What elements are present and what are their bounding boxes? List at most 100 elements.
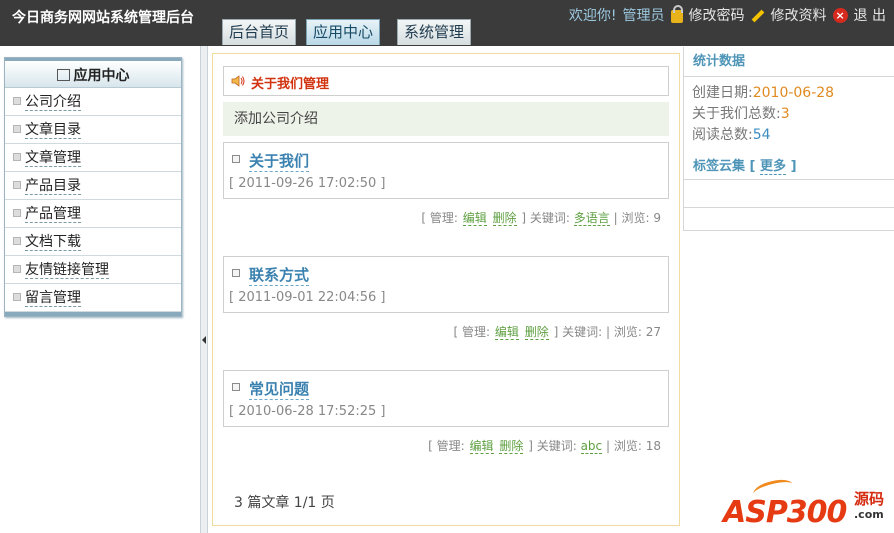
- sidebar-item-product-management[interactable]: 产品管理: [5, 200, 181, 228]
- more-bracket: ]: [790, 159, 797, 174]
- article-meta: [ 管理: 编辑 删除 ] 关键词: 多语言 | 浏览: 9: [421, 209, 661, 226]
- bullet-icon: [13, 265, 21, 273]
- sidebar-item-label[interactable]: 文章目录: [25, 122, 81, 139]
- sidebar-item-label[interactable]: 文章管理: [25, 150, 81, 167]
- asp300-logo: ASP300 源码 .com: [723, 476, 888, 530]
- user-bar: 欢迎你! 管理员 修改密码 修改资料 × 退 出: [568, 4, 886, 25]
- article-date: [ 2011-09-01 22:04:56 ]: [229, 290, 386, 305]
- panel-splitter[interactable]: [200, 46, 208, 533]
- views-count: 9: [653, 211, 661, 225]
- delete-link[interactable]: 删除: [499, 439, 524, 454]
- keyword-link[interactable]: 多语言: [573, 211, 610, 226]
- sidebar-item-company-intro[interactable]: 公司介绍: [5, 88, 181, 116]
- sidebar-item-friend-links[interactable]: 友情链接管理: [5, 256, 181, 284]
- logo-domain: .com: [854, 508, 884, 521]
- sidebar-item-label[interactable]: 产品管理: [25, 206, 81, 223]
- sidebar-footer-bar: [5, 312, 181, 316]
- sidebar-item-label[interactable]: 友情链接管理: [25, 262, 109, 279]
- bullet-icon: [232, 383, 240, 391]
- article-date: [ 2011-09-26 17:02:50 ]: [229, 176, 386, 191]
- section-header: 关于我们管理: [223, 66, 669, 96]
- bullet-icon: [13, 181, 21, 189]
- article-meta: [ 管理: 编辑 删除 ] 关键词: abc | 浏览: 18: [428, 437, 661, 454]
- logo-brand: ASP300: [723, 495, 847, 530]
- top-header: 今日商务网网站系统管理后台 后台首页 应用中心 系统管理 欢迎你! 管理员 修改…: [0, 0, 894, 46]
- logout-link[interactable]: 退 出: [854, 5, 886, 25]
- meta-keywords-label: ] 关键词:: [528, 439, 577, 453]
- stat-views-total: 阅读总数:54: [684, 125, 894, 146]
- sidebar-item-article-catalog[interactable]: 文章目录: [5, 116, 181, 144]
- meta-views-label: | 浏览:: [605, 439, 642, 453]
- change-password-link[interactable]: 修改密码: [689, 5, 745, 25]
- sidebar-item-product-catalog[interactable]: 产品目录: [5, 172, 181, 200]
- bullet-icon: [13, 237, 21, 245]
- bullet-icon: [13, 209, 21, 217]
- article-card: 常见问题 [ 2010-06-28 17:52:25 ]: [223, 370, 669, 427]
- meta-manage-label: 管理:: [462, 325, 491, 339]
- add-company-intro-link[interactable]: 添加公司介绍: [223, 102, 669, 136]
- meta-keywords-label: ] 关键词:: [521, 211, 570, 225]
- bullet-icon: [13, 97, 21, 105]
- meta-bracket: [: [421, 211, 427, 225]
- section-title: 关于我们管理: [251, 77, 330, 92]
- more-bracket: [: [749, 159, 756, 174]
- more-tags-link[interactable]: 更多: [760, 159, 787, 175]
- sidebar-item-label[interactable]: 文档下载: [25, 234, 81, 251]
- article-date: [ 2010-06-28 17:52:25 ]: [229, 404, 386, 419]
- logo-suffix: 源码 .com: [854, 491, 884, 523]
- views-count: 18: [645, 439, 661, 453]
- tab-system-management[interactable]: 系统管理: [397, 19, 472, 45]
- bullet-icon: [13, 293, 21, 301]
- bullet-icon: [13, 125, 21, 133]
- article-meta: [ 管理: 编辑 删除 ] 关键词: | 浏览: 27: [454, 323, 661, 340]
- site-title: 今日商务网网站系统管理后台: [12, 10, 194, 26]
- bullet-icon: [13, 153, 21, 161]
- article-card: 联系方式 [ 2011-09-01 22:04:56 ]: [223, 256, 669, 313]
- article-title[interactable]: 常见问题: [249, 378, 310, 400]
- tag-cloud-area: [684, 180, 894, 208]
- edit-profile-link[interactable]: 修改资料: [771, 5, 827, 25]
- sidebar-item-label[interactable]: 留言管理: [25, 290, 81, 307]
- sidebar-title: 应用中心: [73, 68, 130, 84]
- tab-home[interactable]: 后台首页: [222, 19, 297, 45]
- username: 管理员: [622, 8, 665, 24]
- keyword-link[interactable]: abc: [580, 439, 603, 454]
- meta-manage-label: 管理:: [436, 439, 465, 453]
- collapse-arrow-icon[interactable]: [202, 336, 206, 344]
- stat-value: 3: [780, 106, 790, 122]
- welcome-text: 欢迎你!: [568, 8, 617, 24]
- logo-suffix-text: 源码: [854, 490, 885, 508]
- meta-views-label: | 浏览:: [605, 325, 642, 339]
- tag-cloud-title: 标签云集: [693, 159, 746, 174]
- stats-title: 统计数据: [684, 47, 894, 77]
- article-title[interactable]: 联系方式: [249, 264, 310, 286]
- speaker-icon: [231, 75, 245, 87]
- pencil-icon: [751, 9, 764, 23]
- edit-link[interactable]: 编辑: [494, 325, 519, 340]
- sidebar-item-document-download[interactable]: 文档下载: [5, 228, 181, 256]
- sidebar-item-label[interactable]: 公司介绍: [25, 94, 81, 111]
- article-title[interactable]: 关于我们: [249, 150, 310, 172]
- bullet-icon: [232, 269, 240, 277]
- delete-link[interactable]: 删除: [524, 325, 549, 340]
- edit-link[interactable]: 编辑: [469, 439, 494, 454]
- stats-panel: 统计数据 创建日期:2010-06-28 关于我们总数:3 阅读总数:54 标签…: [683, 47, 894, 231]
- sidebar-item-article-management[interactable]: 文章管理: [5, 144, 181, 172]
- meta-bracket: [: [428, 439, 433, 453]
- stat-label: 关于我们总数:: [692, 106, 781, 122]
- sidebar-header: 应用中心: [5, 58, 181, 88]
- meta-views-label: | 浏览:: [613, 211, 650, 225]
- edit-link[interactable]: 编辑: [462, 211, 487, 226]
- bullet-icon: [232, 155, 240, 163]
- close-icon: ×: [832, 7, 848, 23]
- stat-total-count: 关于我们总数:3: [684, 104, 894, 125]
- sidebar-item-label[interactable]: 产品目录: [25, 178, 81, 195]
- meta-bracket: [: [453, 325, 459, 339]
- tag-cloud-header: 标签云集 [ 更多 ]: [684, 154, 894, 180]
- main-panel: 关于我们管理 添加公司介绍 关于我们 [ 2011-09-26 17:02:50…: [212, 53, 680, 526]
- sidebar-item-messages[interactable]: 留言管理: [5, 284, 181, 312]
- tab-app-center[interactable]: 应用中心: [306, 19, 381, 45]
- stat-created-date: 创建日期:2010-06-28: [684, 83, 894, 104]
- pagination-info: 3 篇文章 1/1 页: [234, 495, 335, 511]
- delete-link[interactable]: 删除: [492, 211, 517, 226]
